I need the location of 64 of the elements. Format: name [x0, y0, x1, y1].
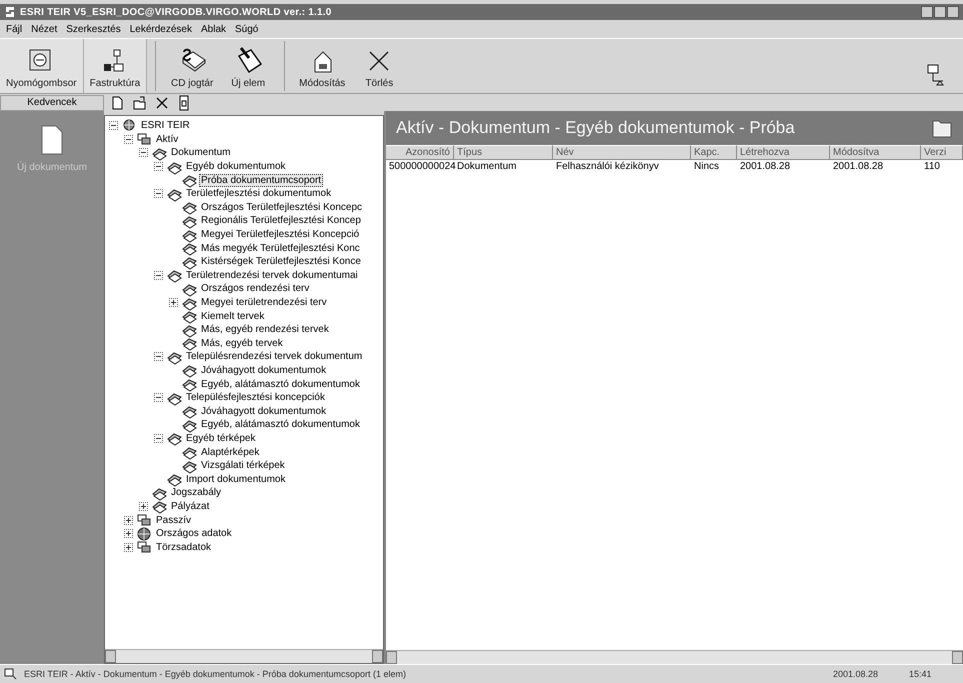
- table-cell-text: 2001.08.28: [832, 160, 884, 173]
- table-cell-text: Dokumentum: [456, 160, 518, 173]
- tree-item[interactable]: Jogszabály: [169, 486, 224, 500]
- tree-item[interactable]: Területrendezési tervek dokumentumai: [184, 268, 360, 282]
- table-cell-text: Felhasználói kézikönyv: [555, 160, 660, 173]
- tree-item[interactable]: Alaptérképek: [199, 446, 262, 459]
- menu-item[interactable]: Lekérdezések: [130, 24, 192, 34]
- toolbar-button[interactable]: Módosítás: [293, 39, 352, 93]
- tree-item[interactable]: Törzsadatok: [154, 540, 214, 554]
- toolbar-button[interactable]: CD jogtár: [164, 39, 220, 93]
- column-header[interactable]: Verzi: [921, 145, 963, 160]
- column-header[interactable]: Név: [553, 145, 691, 160]
- column-header[interactable]: Módosítva: [830, 145, 921, 160]
- toolbar-button[interactable]: Fastruktúra: [84, 39, 148, 93]
- tree-item[interactable]: Egyéb, alátámasztó dokumentumok: [199, 378, 362, 391]
- status-time: 15:41: [909, 669, 933, 679]
- tree-item[interactable]: Megyei Területfejlesztési Koncepció: [199, 228, 362, 242]
- tree-item[interactable]: Dokumentum: [169, 146, 232, 160]
- table-cell-text: 500000000024: [388, 160, 454, 173]
- tree-item[interactable]: Más, egyéb tervek: [199, 336, 285, 350]
- tree-item[interactable]: Regionális Területfejlesztési Koncep: [199, 214, 363, 228]
- column-header[interactable]: Létrehozva: [737, 145, 830, 160]
- tree-item[interactable]: Területfejlesztési dokumentumok: [184, 187, 334, 200]
- menu-item[interactable]: Fájl: [6, 24, 22, 34]
- table-cell-text: 110: [923, 160, 941, 173]
- panel-header: Kedvencek: [0, 94, 104, 110]
- tree-item[interactable]: Más megyék Területfejlesztési Konc: [199, 242, 362, 255]
- tree-item[interactable]: Egyéb, alátámasztó dokumentumok: [199, 418, 362, 432]
- menu-item[interactable]: Ablak: [200, 24, 226, 34]
- tree-item[interactable]: Megyei területrendezési terv: [199, 296, 329, 310]
- tree-item[interactable]: Vizsgálati térképek: [199, 459, 287, 472]
- tree-item[interactable]: Jóváhagyott dokumentumok: [199, 364, 328, 377]
- column-header[interactable]: Típus: [454, 145, 553, 160]
- toolbar-button[interactable]: Új elem: [220, 39, 276, 93]
- tree-item[interactable]: Egyéb térképek: [184, 432, 258, 445]
- tree-item[interactable]: Országos adatok: [154, 527, 234, 540]
- tree-item[interactable]: Passzív: [154, 514, 194, 527]
- tree-item[interactable]: Egyéb dokumentumok: [184, 160, 288, 174]
- tree-item[interactable]: Import dokumentumok: [184, 472, 288, 486]
- tree-item[interactable]: Próba dokumentumcsoport: [199, 174, 324, 187]
- column-header[interactable]: Azonosító: [386, 145, 454, 160]
- content-title: Aktív - Dokumentum - Egyéb dokumentumok - Próba: [396, 118, 795, 138]
- menu-item[interactable]: Nézet: [31, 24, 58, 34]
- tree-item[interactable]: Településfejlesztési koncepciók: [184, 391, 327, 404]
- tree-item[interactable]: Pályázat: [169, 500, 212, 513]
- window-title: ESRI TEIR V5_ESRI_DOC@VIRGODB.VIRGO.WORLD ver.: 1.1.0: [20, 6, 333, 18]
- menu-item[interactable]: Szerkesztés: [66, 24, 121, 34]
- table-cell-text: Nincs: [693, 160, 720, 173]
- table-cell-text: 2001.08.28: [739, 160, 792, 173]
- status-text: ESRI TEIR - Aktív - Dokumentum - Egyéb dokumentumok - Próba dokumentumcsoport (1 elem): [24, 669, 407, 679]
- tree-item[interactable]: Más, egyéb rendezési tervek: [199, 323, 331, 336]
- tree-item[interactable]: Településrendezési tervek dokumentum: [184, 350, 364, 364]
- toolbar-button[interactable]: Törlés: [351, 39, 408, 93]
- tree-item[interactable]: ESRI TEIR: [139, 119, 192, 132]
- column-header[interactable]: Kapc.: [691, 145, 737, 160]
- tree-item[interactable]: Aktív: [154, 132, 180, 146]
- tree-item[interactable]: Országos rendezési terv: [199, 282, 312, 296]
- tree-item[interactable]: Országos Területfejlesztési Koncepc: [199, 200, 364, 214]
- tree-item[interactable]: Kiemelt tervek: [199, 310, 266, 323]
- tree-item[interactable]: Kistérségek Területfejlesztési Konce: [199, 255, 363, 268]
- tree-item[interactable]: Jóváhagyott dokumentumok: [199, 404, 328, 418]
- status-date: 2001.08.28: [833, 669, 880, 679]
- menu-item[interactable]: Súgó: [235, 24, 258, 34]
- toolbar-button[interactable]: Nyomógombsor: [0, 39, 84, 93]
